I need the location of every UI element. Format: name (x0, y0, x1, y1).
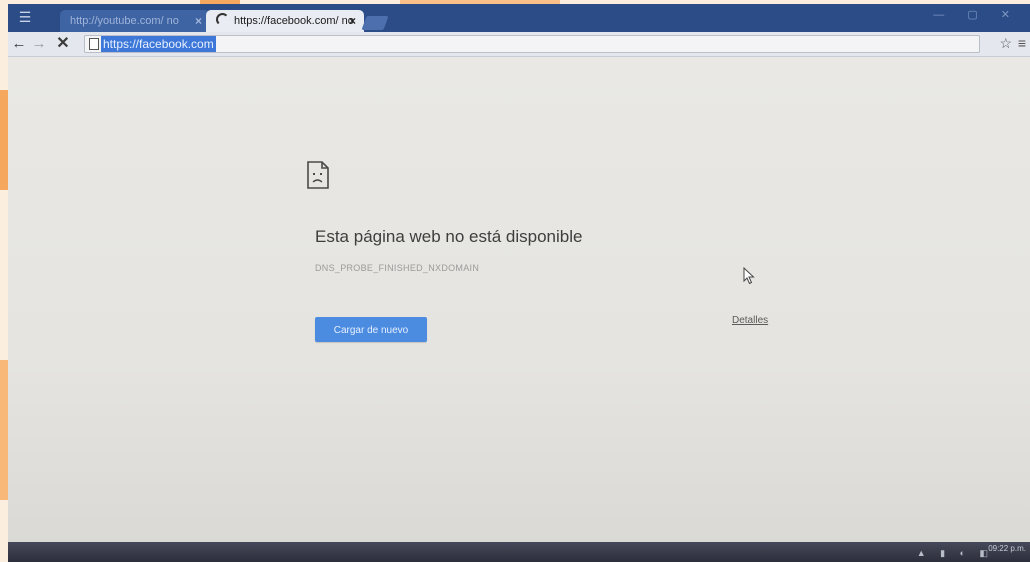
sad-page-icon (307, 161, 329, 189)
page-content: Esta página web no está disponible DNS_P… (8, 57, 1030, 562)
browser-toolbar: ← → ✕ https://facebook.com ☆ ≡ (8, 32, 1030, 57)
tab-youtube[interactable]: http://youtube.com/ no × (60, 10, 210, 32)
browser-window: ☰ http://youtube.com/ no × https://faceb… (8, 4, 1030, 562)
taskbar-clock[interactable]: 09:22 p.m. (988, 544, 1026, 553)
address-bar-url[interactable]: https://facebook.com (101, 36, 216, 52)
details-link[interactable]: Detalles (732, 315, 768, 326)
system-tray-icons[interactable]: ▲ ▮ ◐ ◧ (917, 548, 994, 559)
tab-facebook[interactable]: https://facebook.com/ no × (206, 10, 364, 32)
tab-title: http://youtube.com/ no (70, 15, 179, 27)
tab-close-icon[interactable]: × (195, 10, 202, 32)
os-taskbar: ▲ ▮ ◐ ◧ 09:22 p.m. (8, 542, 1030, 562)
mouse-cursor-icon (743, 267, 755, 285)
stop-loading-icon[interactable]: ✕ (54, 34, 72, 54)
photo-frame: ☰ http://youtube.com/ no × https://faceb… (0, 0, 1030, 562)
bookmark-star-icon[interactable]: ☆ (999, 34, 1012, 52)
loading-spinner-icon (216, 13, 229, 26)
forward-icon[interactable]: → (30, 34, 48, 54)
page-icon (89, 38, 99, 50)
reload-button[interactable]: Cargar de nuevo (315, 317, 427, 342)
tab-title: https://facebook.com/ no (234, 15, 354, 27)
tab-strip: ☰ http://youtube.com/ no × https://faceb… (8, 4, 1030, 32)
tab-close-icon[interactable]: × (349, 10, 356, 32)
back-icon[interactable]: ← (10, 34, 28, 54)
error-title: Esta página web no está disponible (315, 227, 583, 246)
error-code: DNS_PROBE_FINISHED_NXDOMAIN (315, 263, 480, 273)
browser-menu-icon[interactable]: ≡ (1018, 34, 1026, 52)
new-tab-button[interactable] (361, 16, 389, 30)
window-controls[interactable]: — ▢ ✕ (933, 8, 1020, 21)
address-bar[interactable]: https://facebook.com (84, 35, 980, 53)
app-menu-icon[interactable]: ☰ (14, 8, 36, 26)
